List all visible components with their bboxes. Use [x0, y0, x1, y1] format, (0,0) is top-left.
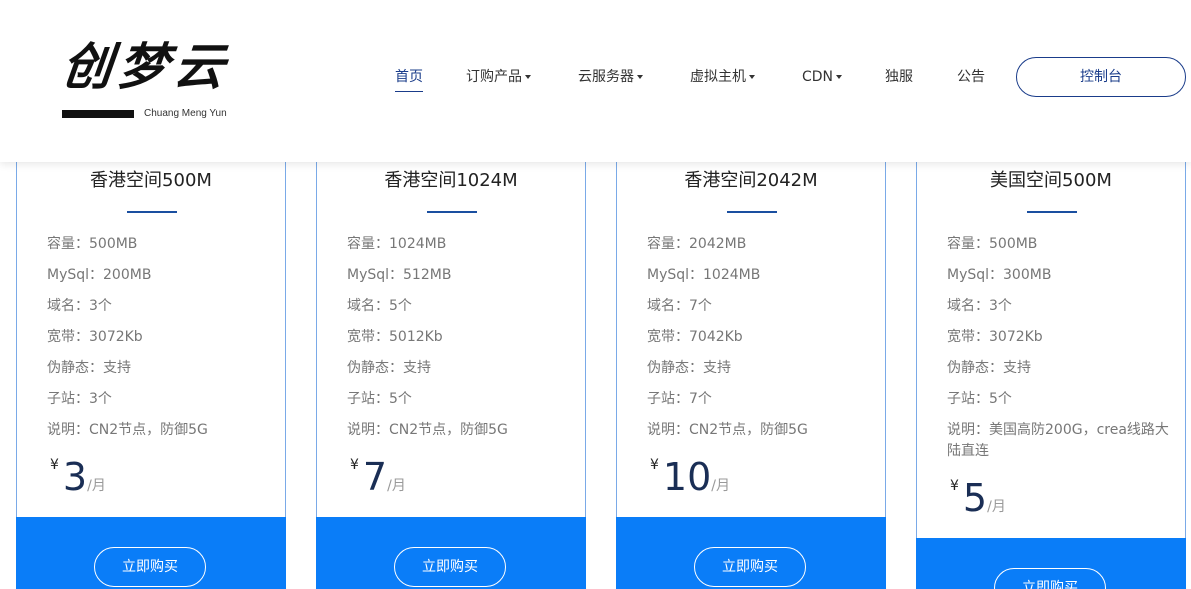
spec-note: 说明：CN2节点，防御5G — [647, 422, 808, 438]
spec-bandwidth: 宽带：3072Kb — [947, 329, 1043, 345]
nav-item-label: 首页 — [395, 69, 423, 85]
nav-item-cdn[interactable]: CDN — [802, 66, 843, 88]
plan-title: 香港空间500M — [90, 170, 212, 191]
spec-note: 说明：CN2节点，防御5G — [47, 422, 208, 438]
spec-rewrite: 伪静态：支持 — [47, 360, 131, 376]
plan-card: 香港空间2042M 容量：2042MB MySql：1024MB 域名：7个 宽… — [616, 130, 886, 589]
spec-bandwidth: 宽带：7042Kb — [647, 329, 743, 345]
buy-band: 立即购买 — [916, 538, 1186, 589]
price-unit: /月 — [87, 478, 106, 494]
plan-price: ¥5/月 — [950, 476, 1006, 520]
spec-bandwidth: 宽带：5012Kb — [347, 329, 443, 345]
price-unit: /月 — [387, 478, 406, 494]
nav-item-label: 公告 — [957, 69, 985, 85]
spec-capacity: 容量：500MB — [947, 236, 1038, 252]
spec-subsites: 子站：5个 — [947, 391, 1012, 407]
buy-now-button[interactable]: 立即购买 — [994, 568, 1106, 589]
spec-mysql: MySql：1024MB — [647, 267, 761, 283]
plan-price: ¥10/月 — [650, 455, 730, 499]
spec-rewrite: 伪静态：支持 — [947, 360, 1031, 376]
buy-band: 立即购买 — [316, 517, 586, 589]
plan-title: 美国空间500M — [990, 170, 1112, 191]
price-amount: 10 — [662, 455, 712, 499]
nav-item-order-products[interactable]: 订购产品 — [466, 66, 531, 88]
buy-now-button[interactable]: 立即购买 — [394, 547, 506, 587]
caret-down-icon — [749, 75, 755, 79]
buy-now-button[interactable]: 立即购买 — [94, 547, 206, 587]
currency-symbol: ¥ — [650, 457, 659, 473]
plan-title: 香港空间2042M — [684, 170, 818, 191]
currency-symbol: ¥ — [50, 457, 59, 473]
nav-item-label: 独服 — [885, 69, 913, 85]
nav-item-cloud-servers[interactable]: 云服务器 — [578, 66, 643, 88]
plan-price: ¥3/月 — [50, 455, 106, 499]
spec-capacity: 容量：1024MB — [347, 236, 447, 252]
spec-bandwidth: 宽带：3072Kb — [47, 329, 143, 345]
price-amount: 7 — [362, 455, 388, 499]
spec-subsites: 子站：5个 — [347, 391, 412, 407]
nav-item-home[interactable]: 首页 — [395, 66, 423, 92]
caret-down-icon — [637, 75, 643, 79]
nav-item-virtual-hosting[interactable]: 虚拟主机 — [690, 66, 755, 88]
nav-item-announcements[interactable]: 公告 — [957, 66, 985, 88]
title-divider — [1027, 211, 1077, 213]
plan-card: 香港空间500M 容量：500MB MySql：200MB 域名：3个 宽带：3… — [16, 130, 286, 589]
spec-rewrite: 伪静态：支持 — [647, 360, 731, 376]
nav-item-label: 云服务器 — [578, 69, 634, 85]
spec-domains: 域名：3个 — [947, 298, 1012, 314]
price-amount: 3 — [62, 455, 88, 499]
title-divider — [727, 211, 777, 213]
spec-mysql: MySql：200MB — [47, 267, 152, 283]
currency-symbol: ¥ — [950, 478, 959, 494]
nav-item-label: CDN — [802, 69, 834, 85]
spec-note: 说明：CN2节点，防御5G — [347, 422, 508, 438]
spec-capacity: 容量：2042MB — [647, 236, 747, 252]
spec-subsites: 子站：3个 — [47, 391, 112, 407]
plan-title: 香港空间1024M — [384, 170, 518, 191]
plan-card: 美国空间500M 容量：500MB MySql：300MB 域名：3个 宽带：3… — [916, 130, 1186, 589]
currency-symbol: ¥ — [350, 457, 359, 473]
spec-rewrite: 伪静态：支持 — [347, 360, 431, 376]
main-nav: 首页 订购产品 云服务器 虚拟主机 CDN 独服 公告 控制台 — [0, 0, 1191, 162]
spec-subsites: 子站：7个 — [647, 391, 712, 407]
plan-card: 香港空间1024M 容量：1024MB MySql：512MB 域名：5个 宽带… — [316, 130, 586, 589]
price-unit: /月 — [987, 499, 1006, 515]
site-header: 创梦云 Chuang Meng Yun 首页 订购产品 云服务器 虚拟主机 CD… — [0, 0, 1191, 162]
spec-note: 说明：美国高防200G，crea线路大陆直连 — [947, 422, 1169, 459]
nav-item-label: 虚拟主机 — [690, 69, 746, 85]
buy-band: 立即购买 — [616, 517, 886, 589]
nav-item-dedicated[interactable]: 独服 — [885, 66, 913, 88]
console-button[interactable]: 控制台 — [1016, 57, 1186, 97]
spec-mysql: MySql：512MB — [347, 267, 452, 283]
buy-now-button[interactable]: 立即购买 — [694, 547, 806, 587]
price-unit: /月 — [711, 478, 730, 494]
title-divider — [127, 211, 177, 213]
price-amount: 5 — [962, 476, 988, 520]
spec-domains: 域名：7个 — [647, 298, 712, 314]
title-divider — [427, 211, 477, 213]
buy-band: 立即购买 — [16, 517, 286, 589]
spec-capacity: 容量：500MB — [47, 236, 138, 252]
spec-mysql: MySql：300MB — [947, 267, 1052, 283]
plan-price: ¥7/月 — [350, 455, 406, 499]
caret-down-icon — [525, 75, 531, 79]
spec-domains: 域名：3个 — [47, 298, 112, 314]
caret-down-icon — [836, 75, 843, 79]
nav-item-label: 订购产品 — [466, 69, 522, 85]
spec-domains: 域名：5个 — [347, 298, 412, 314]
